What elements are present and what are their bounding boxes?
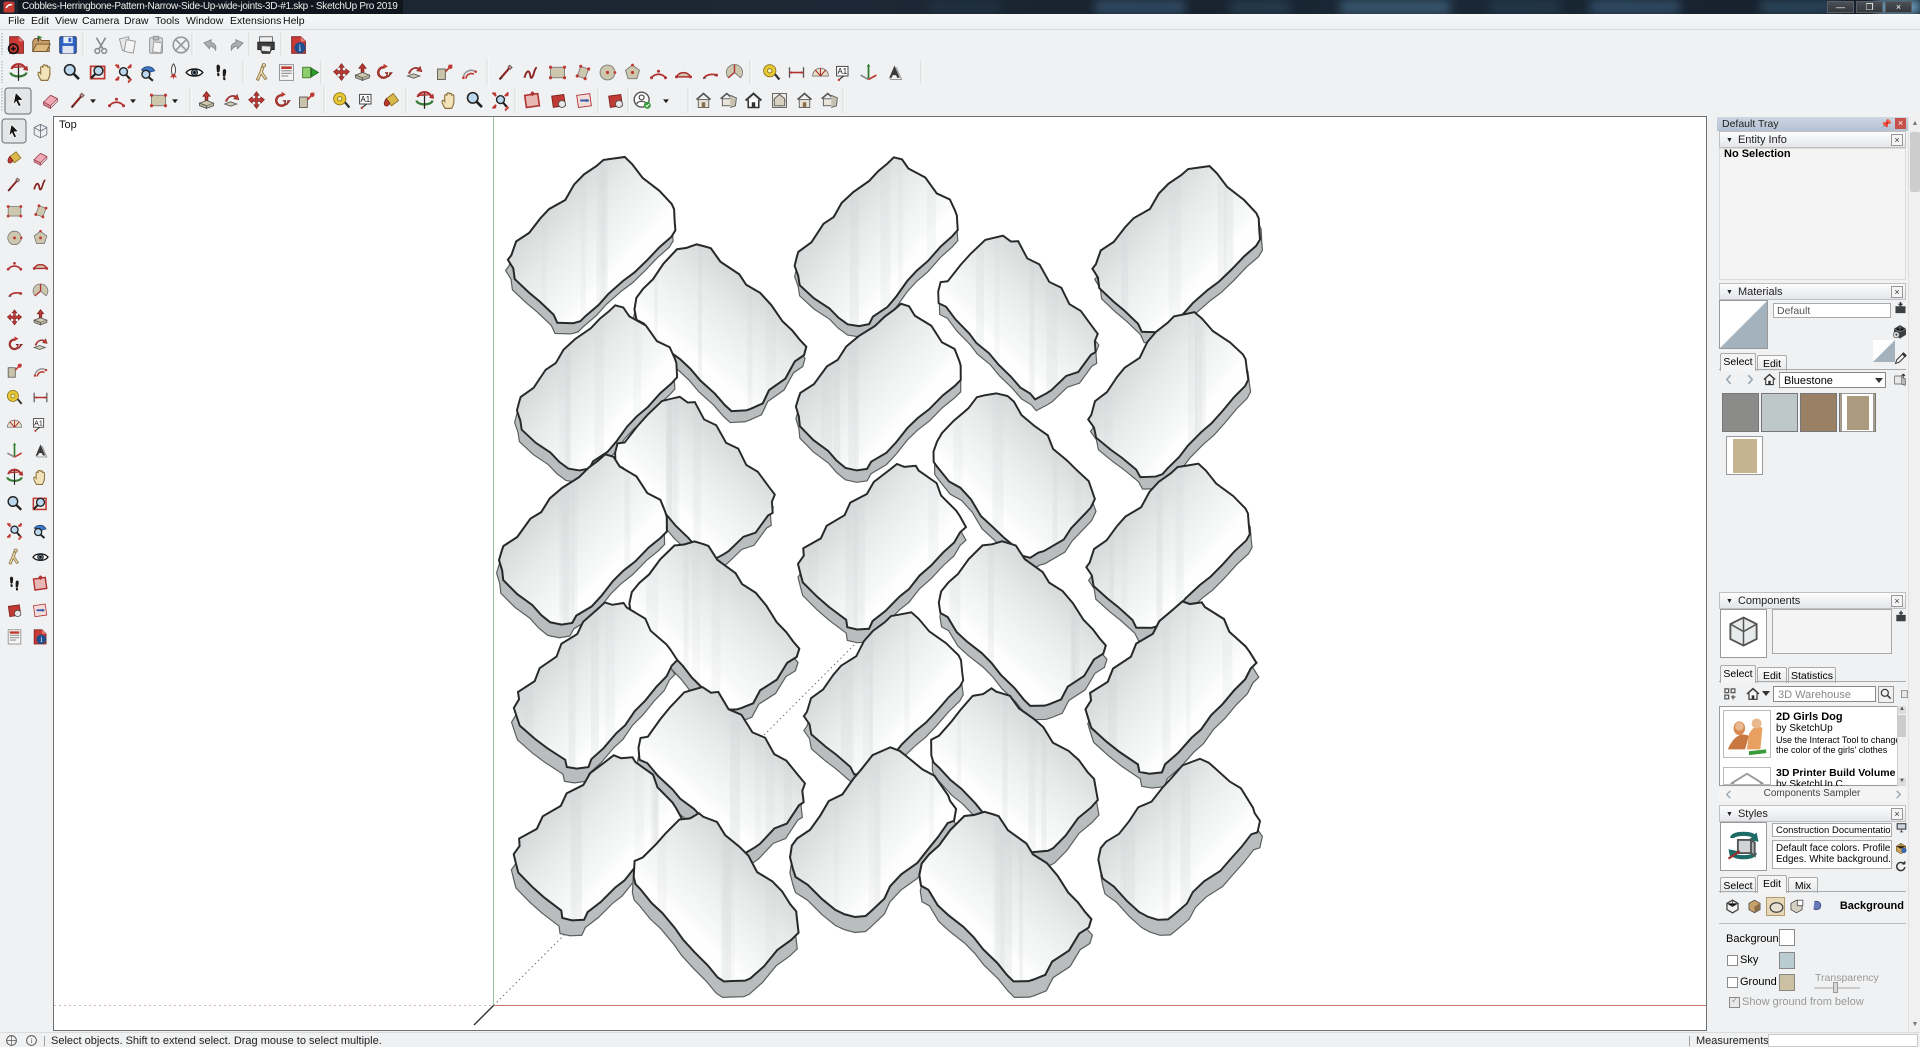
svg-text:Top: Top — [59, 119, 77, 131]
svg-text:i: i — [31, 1037, 33, 1045]
